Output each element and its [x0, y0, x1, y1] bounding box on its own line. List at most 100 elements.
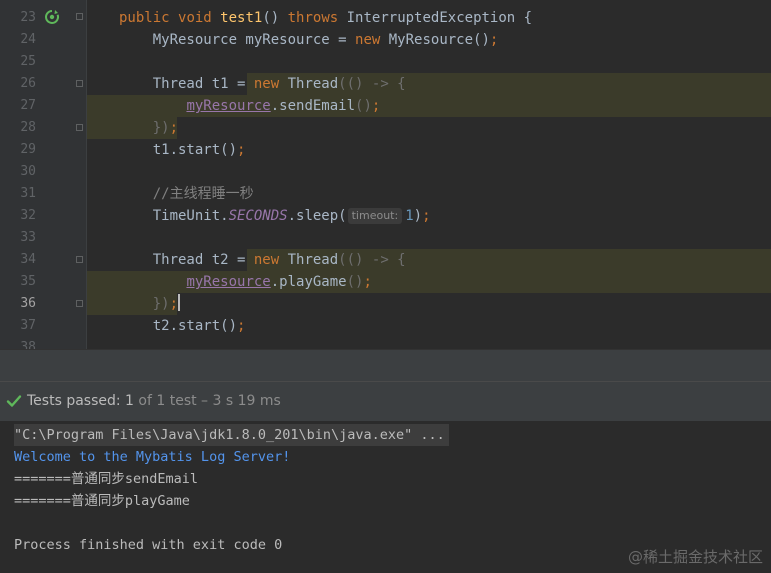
code-line[interactable]: 25 — [0, 51, 771, 73]
code-text: }); — [87, 293, 181, 315]
code-token: .sleep( — [287, 208, 347, 224]
code-token: ; — [371, 98, 381, 114]
code-token: MyResource() — [380, 32, 490, 48]
code-line[interactable]: 30 — [0, 161, 771, 183]
code-token: InterruptedException { — [338, 10, 533, 26]
code-token: Thread t2 = — [119, 252, 254, 268]
code-text: Thread t2 = new Thread(() -> { — [87, 249, 406, 271]
line-number: 24 — [20, 32, 36, 47]
line-number: 32 — [20, 208, 36, 223]
code-line[interactable]: 37 t2.start(); — [0, 315, 771, 337]
code-text: //主线程睡一秒 — [87, 183, 254, 205]
code-line[interactable]: 24 MyResource myResource = new MyResourc… — [0, 29, 771, 51]
code-token: ; — [169, 296, 179, 312]
line-number: 30 — [20, 164, 36, 179]
code-token: Thread t1 = — [119, 76, 254, 92]
code-token: (() -> { — [338, 76, 406, 92]
code-token: t1.start() — [119, 142, 238, 158]
code-text: MyResource myResource = new MyResource()… — [87, 29, 499, 51]
code-text: myResource.playGame(); — [87, 271, 372, 293]
fold-marker-method[interactable] — [76, 13, 83, 20]
code-token: ; — [422, 208, 431, 224]
code-text: public void test1() throws InterruptedEx… — [87, 7, 532, 29]
line-number: 37 — [20, 318, 36, 333]
code-line[interactable]: 35 myResource.playGame(); — [0, 271, 771, 293]
line-number: 33 — [20, 230, 36, 245]
line-number: 35 — [20, 274, 36, 289]
code-line[interactable]: 29 t1.start(); — [0, 139, 771, 161]
code-token: new — [253, 252, 280, 268]
code-token: () — [262, 10, 288, 26]
code-token: 1 — [405, 208, 414, 224]
code-line[interactable]: 33 — [0, 227, 771, 249]
text-caret — [178, 294, 181, 311]
test-status-text: Tests passed: 1 of 1 test – 3 s 19 ms — [27, 391, 281, 411]
status-detail: of 1 test – 3 s 19 ms — [133, 393, 281, 409]
line-number: 23 — [20, 10, 36, 25]
code-token: }) — [152, 120, 170, 136]
code-text: Thread t1 = new Thread(() -> { — [87, 73, 406, 95]
code-token: .sendEmail — [270, 98, 356, 114]
fold-marker-lambda-1-start[interactable] — [76, 80, 83, 87]
line-number: 25 — [20, 54, 36, 69]
code-token: ; — [237, 318, 246, 334]
code-line[interactable]: 23 public void test1() throws Interrupted… — [0, 7, 771, 29]
code-text: myResource.sendEmail(); — [87, 95, 380, 117]
code-token: ; — [237, 142, 246, 158]
code-token: test1 — [220, 10, 263, 26]
fold-marker-lambda-1-end[interactable] — [76, 124, 83, 131]
code-token: TimeUnit. — [119, 208, 229, 224]
console-line: Process finished with exit code 0 — [14, 537, 283, 553]
code-token: ; — [363, 274, 372, 290]
code-token: .playGame — [270, 274, 347, 290]
code-token: public — [119, 10, 170, 26]
console-line: =======普通同步sendEmail — [14, 471, 199, 487]
fold-marker-lambda-2-start[interactable] — [76, 256, 83, 263]
code-line[interactable]: 27 myResource.sendEmail(); — [0, 95, 771, 117]
code-line[interactable]: 26 Thread t1 = new Thread(() -> { — [0, 73, 771, 95]
line-number: 38 — [20, 340, 36, 349]
test-status-bar: Tests passed: 1 of 1 test – 3 s 19 ms — [0, 381, 771, 422]
code-line[interactable]: 32 TimeUnit.SECONDS.sleep(timeout: 1); — [0, 205, 771, 227]
code-token: t2.start() — [119, 318, 238, 334]
code-token: void — [178, 10, 212, 26]
code-line[interactable]: 34 Thread t2 = new Thread(() -> { — [0, 249, 771, 271]
line-number: 31 — [20, 186, 36, 201]
code-text: t1.start(); — [87, 139, 246, 161]
tool-window-divider[interactable] — [0, 349, 771, 382]
code-token: () — [346, 274, 364, 290]
code-token: new — [253, 76, 280, 92]
code-token: myResource — [186, 98, 271, 114]
code-token: SECONDS — [228, 208, 288, 224]
code-text: TimeUnit.SECONDS.sleep(timeout: 1); — [87, 205, 431, 227]
code-token: new — [355, 32, 381, 48]
code-token: () — [355, 98, 372, 114]
code-token: }) — [152, 296, 170, 312]
code-line[interactable]: 36 }); — [0, 293, 771, 315]
code-line[interactable]: 31 //主线程睡一秒 — [0, 183, 771, 205]
code-token: Thread — [279, 76, 339, 92]
line-number: 29 — [20, 142, 36, 157]
fold-marker-lambda-2-end[interactable] — [76, 300, 83, 307]
console-line[interactable]: "C:\Program Files\Java\jdk1.8.0_201\bin\… — [14, 424, 449, 446]
console-line: =======普通同步playGame — [14, 493, 190, 509]
line-number: 28 — [20, 120, 36, 135]
line-number: 36 — [20, 296, 36, 311]
code-token: MyResource myResource = — [119, 32, 356, 48]
code-token: ) — [413, 208, 423, 224]
code-line[interactable]: 28 }); — [0, 117, 771, 139]
code-token: ; — [169, 120, 179, 136]
code-line[interactable]: 38 — [0, 337, 771, 349]
parameter-hint: timeout: — [347, 208, 403, 224]
code-editor[interactable]: 23 public void test1() throws Interrupted… — [0, 0, 771, 349]
line-number: 26 — [20, 76, 36, 91]
check-icon — [6, 395, 22, 407]
status-count: 1 — [125, 393, 134, 409]
code-text: t2.start(); — [87, 315, 246, 337]
status-prefix: Tests passed: — [27, 393, 126, 409]
code-text: }); — [87, 117, 178, 139]
